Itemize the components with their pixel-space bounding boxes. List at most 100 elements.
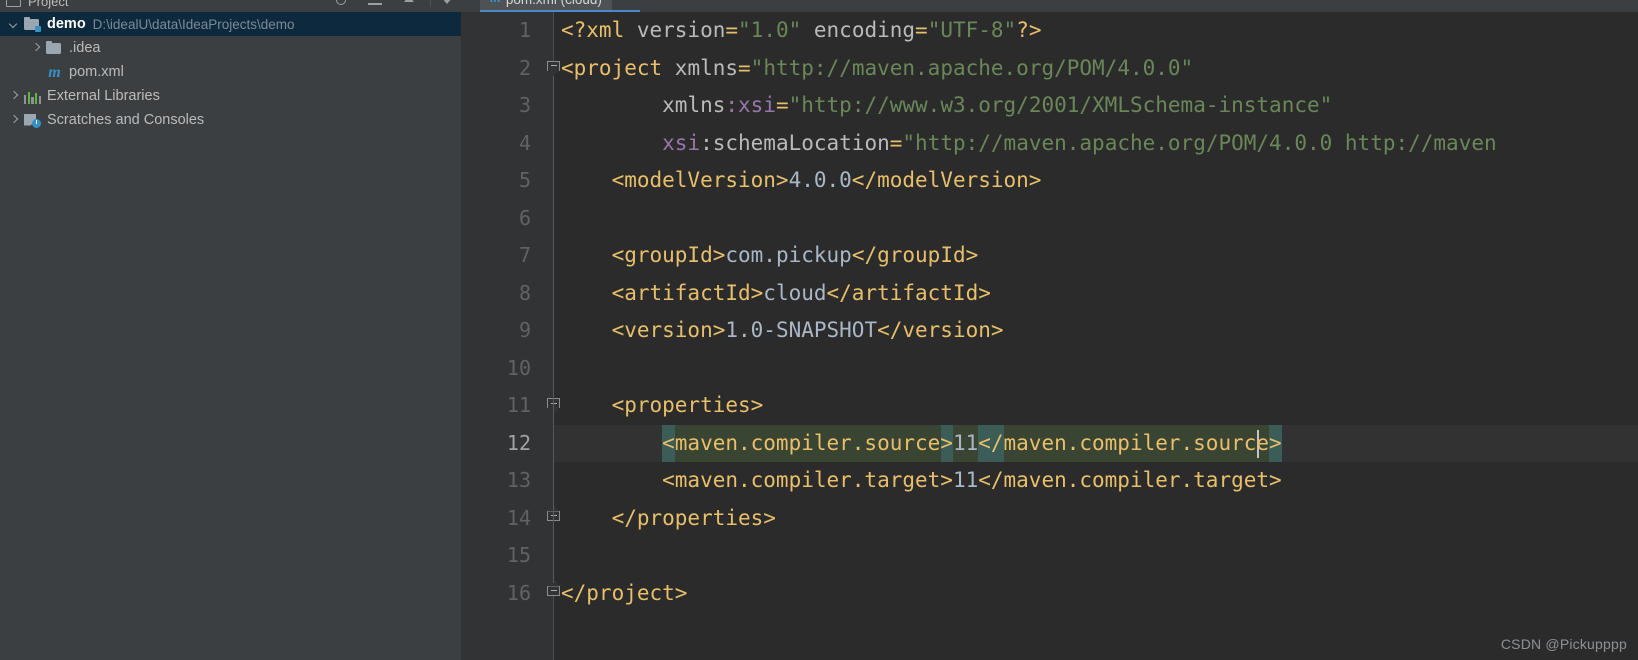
code-token: xmlns [674,55,739,80]
project-tool-window: Project demo D:\idealU\data\IdeaProjects\… [0,0,461,660]
code-line[interactable]: 6 [461,200,1638,238]
fold-marker-open[interactable] [547,60,562,77]
code-line[interactable]: 5 <modelVersion>4.0.0</modelVersion> [461,162,1638,200]
code-token: version [636,18,726,42]
tool-window-buttons [333,0,417,7]
code-token: 11 [952,430,979,455]
tree-item-external-libraries[interactable]: External Libraries [0,84,461,108]
code-token: <modelVersion> [561,168,789,192]
line-number[interactable]: 5 [461,162,531,200]
code-token: <artifactId> [561,280,764,305]
code-line[interactable]: 2 <project xmlns="http://maven.apache.org… [461,50,1638,88]
code-line[interactable]: 16 </project> [461,575,1638,613]
tree-item-label: External Libraries [47,88,160,104]
code-token: xmlns [662,93,726,117]
code-token: </artifactId> [826,280,991,305]
tool-window-title: Project [28,0,69,9]
line-number[interactable]: 10 [461,350,531,388]
code-text: <artifactId>cloud</artifactId> [561,275,991,313]
chevron-right-icon[interactable] [30,43,41,54]
tool-window-header: Project [0,0,461,12]
line-number[interactable]: 8 [461,275,531,313]
line-number[interactable]: 16 [461,575,531,613]
gear-icon[interactable] [333,0,349,7]
code-token: <maven.compiler.source> [561,430,953,455]
line-number[interactable]: 14 [461,500,531,538]
code-line[interactable]: 10 [461,350,1638,388]
project-tree: demo D:\idealU\data\IdeaProjects\demo .ide… [0,12,461,132]
ide-window: Project demo D:\idealU\data\IdeaProjects\… [0,0,1638,660]
code-line[interactable]: 13 <maven.compiler.target>11</maven.comp… [461,462,1638,500]
code-token: "http://www.w3.org/2001/XMLSchema-instan… [788,93,1333,117]
code-text: <maven.compiler.target>11</maven.compile… [561,462,1282,500]
chevron-down-icon[interactable] [439,0,455,7]
line-number[interactable]: 12 [461,425,531,463]
code-text: </project> [561,575,687,613]
hide-icon[interactable] [401,0,417,7]
code-text: <project xmlns="http://maven.apache.org/… [561,50,1193,88]
code-text: xsi:schemaLocation="http://maven.apache.… [561,125,1496,163]
code-line[interactable]: 14 </properties> [461,500,1638,538]
code-token: <maven.compiler.target> [561,468,953,492]
code-token: <properties> [561,393,764,417]
code-token: :xsi [725,93,776,117]
code-line[interactable]: 11 <properties> [461,387,1638,425]
line-number[interactable]: 9 [461,312,531,350]
code-line[interactable]: 1 <?xml version="1.0" encoding="UTF-8"?> [461,12,1638,50]
code-token: = [738,55,751,80]
fold-marker-close[interactable] [547,504,562,526]
fold-marker-open[interactable] [547,398,562,414]
code-token: 11 [952,468,979,492]
line-number[interactable]: 15 [461,537,531,575]
project-icon [6,0,21,7]
code-token: </version> [877,318,1004,342]
maven-icon: m [490,0,501,7]
tree-item-pom-xml[interactable]: m pom.xml [0,60,461,84]
code-token: = [889,130,903,155]
code-token: cloud [763,280,827,305]
code-area[interactable]: 1 <?xml version="1.0" encoding="UTF-8"?> 2… [461,12,1638,660]
line-number[interactable]: 2 [461,50,531,88]
maven-icon: m [48,63,61,81]
chevron-down-icon[interactable] [8,19,19,30]
scratches-icon [24,113,41,128]
toolbar-divider [430,0,431,7]
chevron-right-icon[interactable] [8,115,19,126]
code-token: </properties> [561,505,776,530]
chevron-right-icon[interactable] [8,91,19,102]
code-text: <?xml version="1.0" encoding="UTF-8"?> [561,12,1042,50]
code-text: <version>1.0-SNAPSHOT</version> [561,312,1004,350]
code-line[interactable]: 7 <groupId>com.pickup</groupId> [461,237,1638,275]
minimize-icon[interactable] [367,0,383,7]
folder-icon [46,41,63,56]
line-number[interactable]: 7 [461,237,531,275]
code-line[interactable]: 9 <version>1.0-SNAPSHOT</version> [461,312,1638,350]
code-line[interactable]: 4 xsi:schemaLocation="http://maven.apach… [461,125,1638,163]
code-line[interactable]: 15 [461,537,1638,575]
code-line[interactable]: 12 <maven.compiler.source>11</maven.comp… [461,424,1638,463]
code-token: 4.0.0 [788,168,852,192]
code-token: "1.0" [738,18,802,42]
fold-marker-close[interactable] [547,579,562,601]
code-token: </maven.compiler.source> [978,430,1282,455]
line-number[interactable]: 6 [461,200,531,238]
tree-item-scratches-and-consoles[interactable]: Scratches and Consoles [0,108,461,132]
line-number[interactable]: 11 [461,387,531,425]
line-number[interactable]: 4 [461,125,531,163]
line-number[interactable]: 3 [461,87,531,125]
code-line[interactable]: 3 xmlns:xsi="http://www.w3.org/2001/XMLS… [461,87,1638,125]
code-token: :schemaLocation [700,130,890,155]
code-line[interactable]: 8 <artifactId>cloud</artifactId> [461,275,1638,313]
code-token: <groupId> [561,243,726,267]
line-number[interactable]: 1 [461,12,531,50]
code-token: </groupId> [851,243,979,267]
tree-item-idea[interactable]: .idea [0,36,461,60]
code-token: ?> [1016,18,1042,42]
tree-item-path: D:\idealU\data\IdeaProjects\demo [92,16,295,32]
tree-item-demo[interactable]: demo D:\idealU\data\IdeaProjects\demo [0,12,461,36]
code-token: </maven.compiler.target> [978,468,1282,492]
line-number[interactable]: 13 [461,462,531,500]
code-token: = [725,18,739,42]
